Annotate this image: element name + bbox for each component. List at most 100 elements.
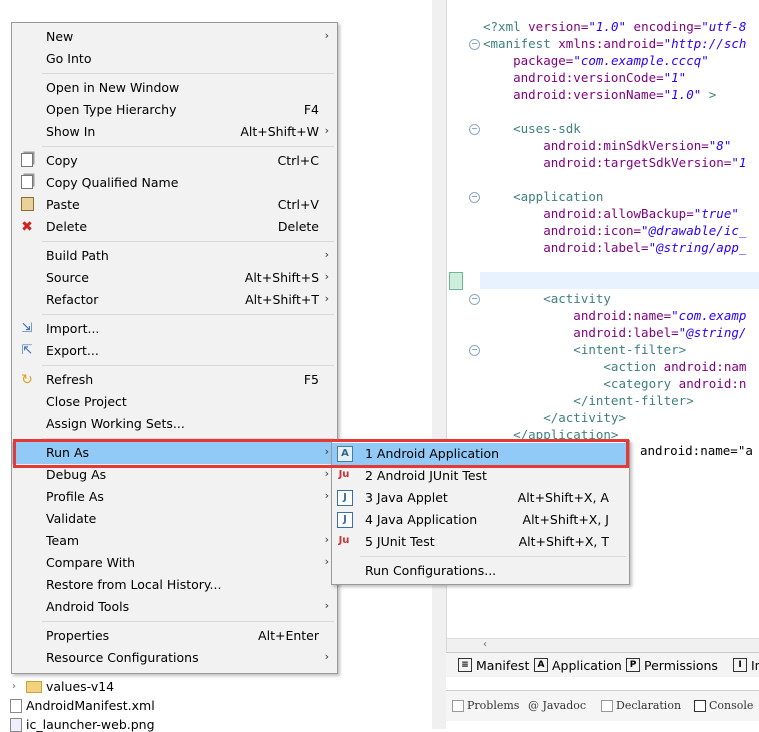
pane-divider[interactable] — [432, 0, 446, 729]
menu-item-new[interactable]: New › — [12, 26, 337, 48]
annotation-highlight-box — [13, 439, 629, 468]
menu-item-open-type-hierarchy[interactable]: Open Type Hierarchy F4 — [12, 99, 337, 121]
code-token: android:name= — [483, 308, 672, 323]
menu-item-open-in-new-window[interactable]: Open in New Window — [12, 77, 337, 99]
code-token: android:targetSdkVersion= — [483, 155, 732, 170]
menu-item-export[interactable]: ⇱ Export... — [12, 340, 337, 362]
menu-item-label: Copy — [46, 153, 78, 168]
menu-item-refresh[interactable]: ↻ Refresh F5 — [12, 369, 337, 391]
tree-item-values-v14[interactable]: › values-v14 — [12, 679, 114, 694]
submenu-item-run-configurations[interactable]: Run Configurations... — [332, 560, 629, 582]
tab-application[interactable]: A Application — [530, 656, 626, 674]
code-line[interactable]: android:icon="@drawable/ic_ — [483, 222, 746, 239]
menu-item-assign-working-sets[interactable]: Assign Working Sets... — [12, 413, 337, 435]
fold-toggle-icon[interactable]: − — [469, 124, 480, 135]
submenu-item-label: 4 Java Application — [365, 512, 478, 527]
code-line[interactable]: android:targetSdkVersion="1 — [483, 154, 746, 171]
menu-item-close-project[interactable]: Close Project — [12, 391, 337, 413]
tab-console[interactable]: Console — [694, 699, 753, 712]
code-line[interactable]: <manifest xmlns:android="http://sch — [483, 35, 746, 52]
fold-toggle-icon[interactable]: − — [469, 39, 480, 50]
code-token: encoding= — [626, 19, 702, 34]
code-token: android:versionName= — [483, 87, 664, 102]
menu-item-label: Android Tools — [46, 599, 130, 614]
tab-label: Problems — [467, 699, 520, 712]
menu-item-copy[interactable]: Copy Ctrl+C — [12, 150, 337, 172]
tab-javadoc[interactable]: @ Javadoc — [528, 699, 586, 712]
chevron-right-icon: › — [324, 467, 329, 480]
code-line[interactable]: android:versionCode="1" — [483, 69, 686, 86]
code-line[interactable]: <?xml version="1.0" encoding="utf-8 — [483, 18, 746, 35]
menu-item-show-in[interactable]: Show In Alt+Shift+W › — [12, 121, 337, 143]
menu-item-delete[interactable]: ✖ Delete Delete — [12, 216, 337, 238]
code-continuation: android:name="a — [640, 443, 753, 458]
code-token: "1 — [731, 155, 747, 170]
code-line[interactable]: <action android:nam — [483, 358, 746, 375]
menu-item-paste[interactable]: Paste Ctrl+V — [12, 194, 337, 216]
menu-item-label: Go Into — [46, 51, 92, 66]
tab-manifest[interactable]: ≡ Manifest — [454, 656, 533, 674]
tree-item-androidmanifest[interactable]: AndroidManifest.xml — [10, 698, 155, 713]
menu-item-import[interactable]: ⇲ Import... — [12, 318, 337, 340]
code-line[interactable]: </intent-filter> — [483, 392, 693, 409]
chevron-right-icon: › — [324, 29, 329, 42]
menu-item-validate[interactable]: Validate — [12, 508, 337, 530]
menu-item-profile-as[interactable]: Profile As › — [12, 486, 337, 508]
menu-item-properties[interactable]: Properties Alt+Enter — [12, 625, 337, 647]
chevron-right-icon: › — [324, 270, 329, 283]
code-line[interactable]: android:minSdkVersion="8" — [483, 137, 731, 154]
fold-toggle-icon[interactable]: − — [469, 294, 480, 305]
menu-item-build-path[interactable]: Build Path › — [12, 245, 337, 267]
menu-item-team[interactable]: Team › — [12, 530, 337, 552]
menu-item-shortcut: Alt+Enter — [258, 628, 319, 643]
menu-item-refactor[interactable]: Refactor Alt+Shift+T › — [12, 289, 337, 311]
menu-item-label: Compare With — [46, 555, 136, 570]
chevron-right-icon: › — [324, 555, 329, 568]
submenu-item-5-junit-test[interactable]: Ju 5 JUnit Test Alt+Shift+X, T — [332, 531, 629, 553]
tab-declaration[interactable]: Declaration — [601, 699, 681, 712]
fold-toggle-icon[interactable]: − — [469, 192, 480, 203]
code-line[interactable]: android:label="@string/ — [483, 324, 746, 341]
code-line[interactable]: </activity> — [483, 409, 626, 426]
menu-item-android-tools[interactable]: Android Tools › — [12, 596, 337, 618]
menu-item-label: Show In — [46, 124, 96, 139]
submenu-item-3-java-applet[interactable]: J 3 Java Applet Alt+Shift+X, A — [332, 487, 629, 509]
chevron-right-icon: › — [324, 533, 329, 546]
code-line[interactable]: package="com.example.cccq" — [483, 52, 709, 69]
code-token: <activity — [483, 291, 611, 306]
menu-item-go-into[interactable]: Go Into — [12, 48, 337, 70]
fold-toggle-icon[interactable]: − — [469, 345, 480, 356]
menu-item-restore-from-local-history[interactable]: Restore from Local History... — [12, 574, 337, 596]
code-line[interactable]: <intent-filter> — [483, 341, 686, 358]
submenu-item-shortcut: Alt+Shift+X, A — [517, 490, 609, 505]
code-line[interactable]: android:allowBackup="true" — [483, 205, 739, 222]
editor-page-tabs: ≡ Manifest A Application P Permissions I Ins… — [446, 652, 759, 677]
expand-arrow-icon[interactable]: › — [12, 681, 16, 692]
bottom-views: Problems @ Javadoc Declaration Console — [446, 690, 759, 721]
code-token: android:label= — [483, 325, 679, 340]
menu-item-label: Delete — [46, 219, 88, 234]
code-line[interactable]: <application — [483, 188, 603, 205]
code-line[interactable]: <category android:n — [483, 375, 746, 392]
menu-item-resource-configurations[interactable]: Resource Configurations › — [12, 647, 337, 669]
tree-item-ic-launcher-web[interactable]: ic_launcher-web.png — [10, 717, 155, 732]
menu-item-label: Import... — [46, 321, 100, 336]
change-marker-icon — [449, 272, 463, 290]
code-line[interactable]: android:versionName="1.0" > — [483, 86, 716, 103]
code-line[interactable]: android:name="com.examp — [483, 307, 746, 324]
tab-problems[interactable]: Problems — [452, 699, 519, 712]
code-line[interactable]: <uses-sdk — [483, 120, 581, 137]
image-file-icon — [10, 717, 22, 732]
menu-item-copy-qualified-name[interactable]: Copy Qualified Name — [12, 172, 337, 194]
code-line[interactable]: android:label="@string/app_ — [483, 239, 746, 256]
tab-permissions[interactable]: P Permissions — [622, 656, 722, 674]
context-menu: New › Go Into Open in New Window Open Type H… — [11, 22, 338, 674]
menu-item-compare-with[interactable]: Compare With › — [12, 552, 337, 574]
code-line[interactable]: <activity — [483, 290, 611, 307]
menu-item-source[interactable]: Source Alt+Shift+S › — [12, 267, 337, 289]
submenu-item-4-java-application[interactable]: J 4 Java Application Alt+Shift+X, J — [332, 509, 629, 531]
submenu-item-2-android-junit-test[interactable]: Ju 2 Android JUnit Test — [332, 465, 629, 487]
manifest-icon: ≡ — [458, 658, 472, 672]
tab-instrumentation[interactable]: I Inst — [729, 656, 759, 674]
chevron-right-icon: › — [324, 292, 329, 305]
